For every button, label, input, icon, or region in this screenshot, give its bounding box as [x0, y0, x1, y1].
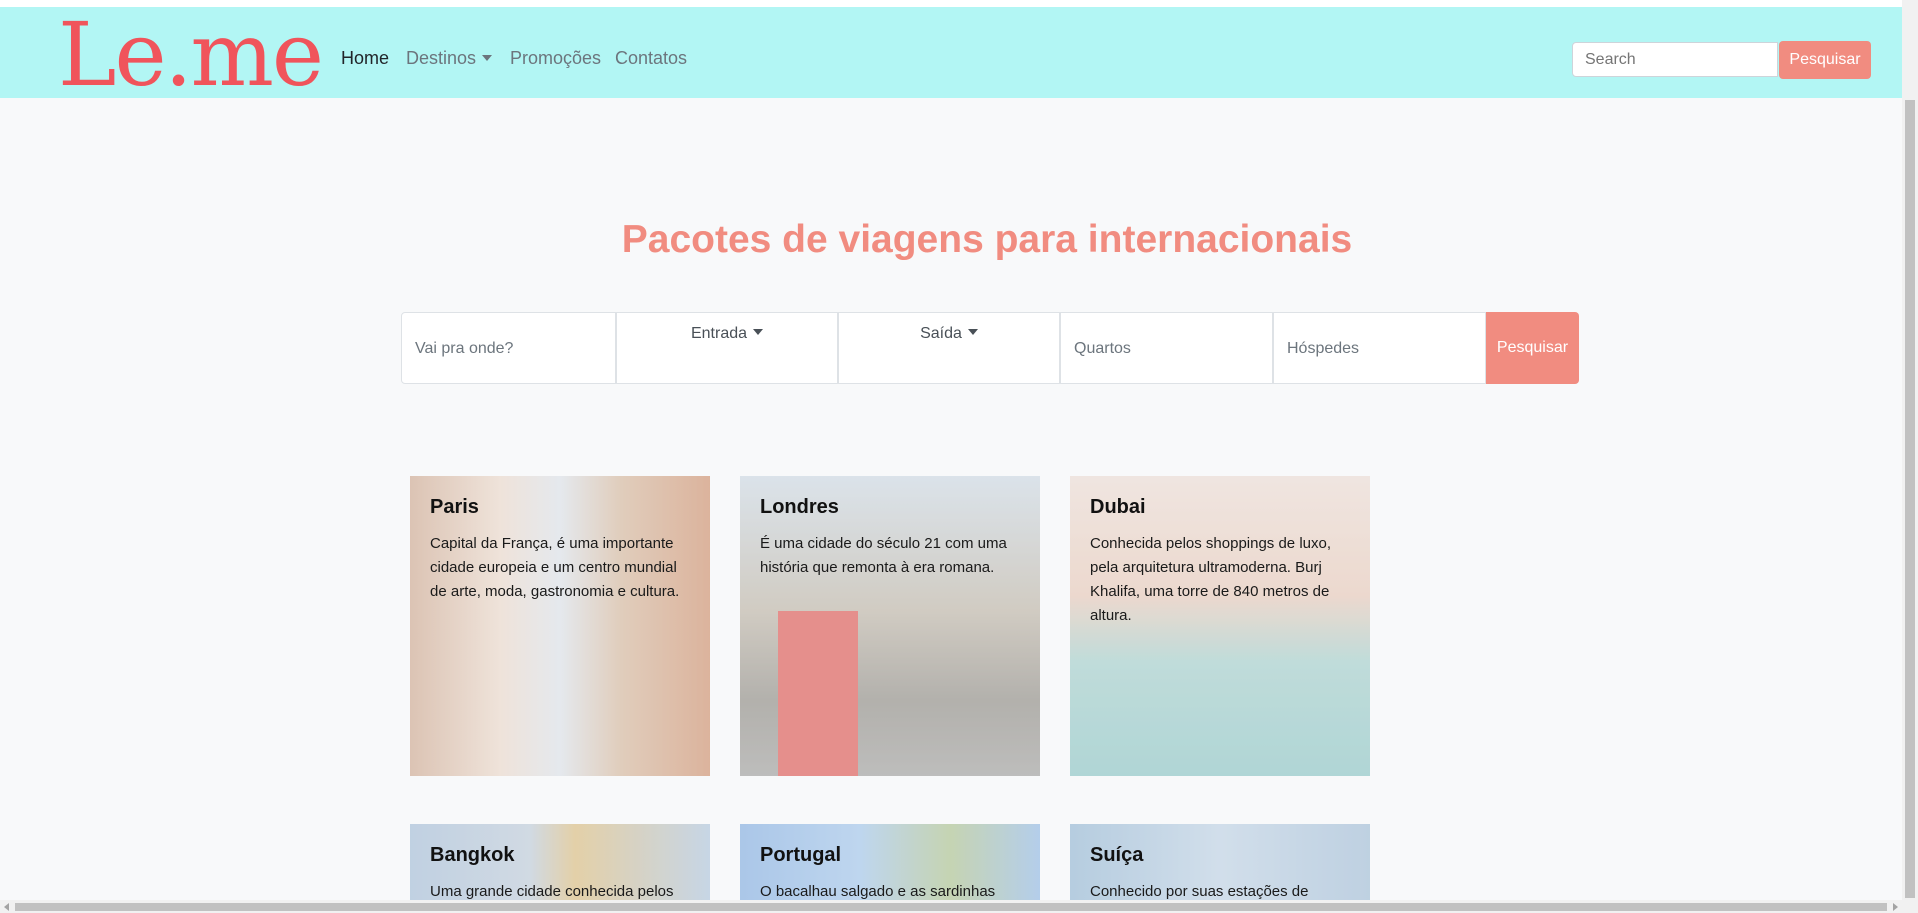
card-portugal[interactable]: Portugal O bacalhau salgado e as sardinh… [740, 824, 1040, 900]
brand-logo[interactable]: Le.me [58, 11, 324, 99]
booking-search-button[interactable]: Pesquisar [1486, 312, 1579, 384]
nav-destinos[interactable]: Destinos [406, 48, 493, 69]
card-title: Londres [760, 496, 839, 518]
scroll-right-arrow-icon[interactable] [1893, 903, 1898, 911]
horizontal-scrollbar-thumb[interactable] [15, 903, 1887, 911]
card-title: Portugal [760, 844, 842, 866]
nav-promocoes[interactable]: Promoções [510, 48, 601, 69]
chevron-down-icon [967, 329, 978, 335]
saida-dropdown[interactable]: Saída [838, 312, 1060, 384]
destination-placeholder: Vai pra onde? [415, 340, 514, 357]
card-overlay [410, 476, 710, 776]
card-dubai[interactable]: Dubai Conhecida pelos shoppings de luxo,… [1070, 476, 1370, 776]
card-title: Paris [430, 496, 479, 518]
saida-label: Saída [920, 325, 962, 342]
card-text: Conhecida pelos shoppings de luxo, pela … [1090, 535, 1332, 624]
entrada-dropdown[interactable]: Entrada [616, 312, 838, 384]
nav-destinos-label: Destinos [406, 48, 477, 68]
chevron-down-icon [482, 55, 493, 61]
card-text: Uma grande cidade conhecida pelos [430, 883, 674, 900]
card-text: É uma cidade do século 21 com uma histór… [760, 535, 1007, 576]
nav-home[interactable]: Home [341, 48, 389, 69]
card-text: O bacalhau salgado e as sardinhas [760, 883, 996, 900]
card-title: Bangkok [430, 844, 515, 866]
card-londres[interactable]: Londres É uma cidade do século 21 com um… [740, 476, 1040, 776]
search-button[interactable]: Pesquisar [1779, 41, 1871, 79]
card-text: Capital da França, é uma importante cida… [430, 535, 680, 600]
scroll-left-arrow-icon[interactable] [4, 903, 9, 911]
hospedes-placeholder: Hóspedes [1287, 340, 1360, 357]
card-title: Suíça [1090, 844, 1144, 866]
booking-form: Vai pra onde? Entrada Saída Quartos Hósp… [401, 312, 1579, 384]
card-title: Dubai [1090, 496, 1146, 518]
entrada-label: Entrada [690, 325, 748, 342]
quartos-field[interactable]: Quartos [1060, 312, 1273, 384]
card-bangkok[interactable]: Bangkok Uma grande cidade conhecida pelo… [410, 824, 710, 900]
vertical-scrollbar-thumb[interactable] [1905, 100, 1915, 898]
card-text: Conhecido por suas estações de [1090, 883, 1309, 900]
card-suica[interactable]: Suíça Conhecido por suas estações de [1070, 824, 1370, 900]
chevron-down-icon [753, 329, 764, 335]
nav-contatos[interactable]: Contatos [615, 48, 687, 69]
destination-field[interactable]: Vai pra onde? [401, 312, 616, 384]
navbar: Le.me Home Destinos Promoções Contatos P… [0, 7, 1902, 99]
page-title: Pacotes de viagens para internacionais [621, 218, 1353, 261]
quartos-placeholder: Quartos [1074, 340, 1131, 357]
card-paris[interactable]: Paris Capital da França, é uma important… [410, 476, 710, 776]
hospedes-field[interactable]: Hóspedes [1273, 312, 1486, 384]
card-overlay [740, 476, 1040, 776]
search-input[interactable] [1572, 42, 1778, 77]
